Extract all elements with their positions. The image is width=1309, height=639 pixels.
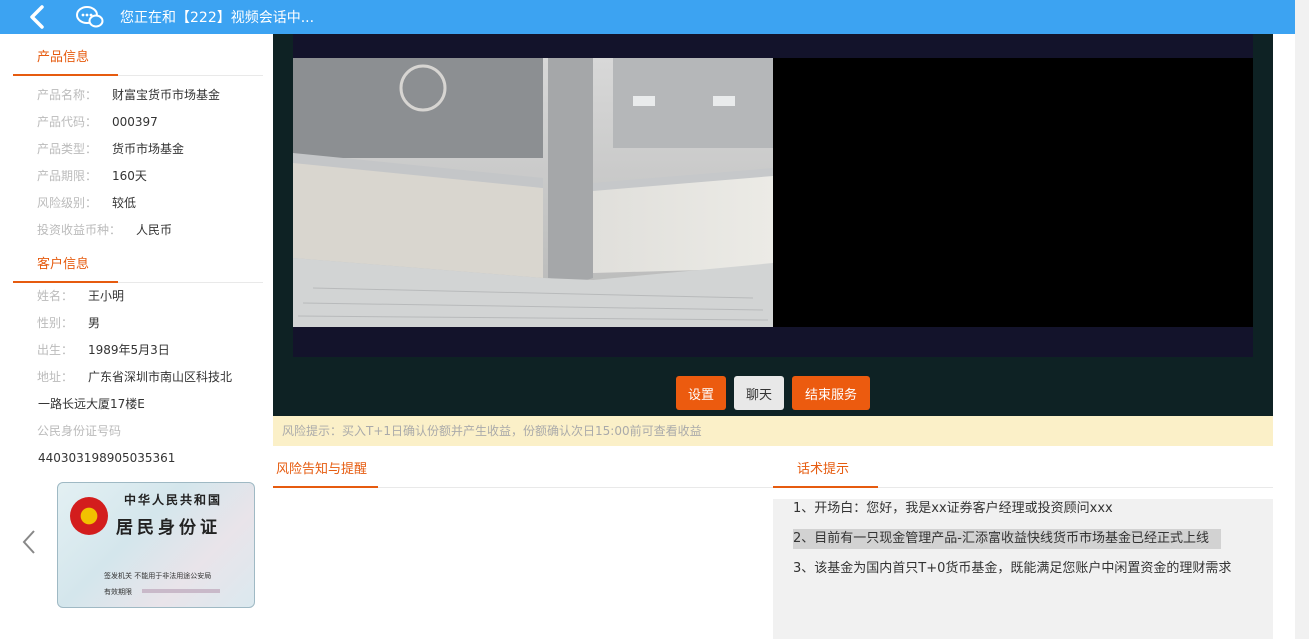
risk-level-row: 风险级别： 较低 bbox=[37, 196, 137, 210]
back-arrow-icon bbox=[30, 5, 44, 29]
product-name-row: 产品名称： 财富宝货币市场基金 bbox=[37, 88, 221, 102]
script-tip-item[interactable]: 3、该基金为国内首只T+0货币基金，既能满足您账户中闲置资金的理财需求 bbox=[793, 559, 1255, 579]
customer-name-row: 姓名： 王小明 bbox=[37, 289, 125, 303]
info-sidebar: 产品信息 产品名称： 财富宝货币市场基金 产品代码： 000397 产品类型： 货币市… bbox=[13, 34, 263, 639]
end-service-button[interactable]: 结束服务 bbox=[792, 376, 870, 410]
customer-gender-row: 性别：男 bbox=[37, 316, 101, 330]
script-tip-item[interactable]: 1、开场白：您好，我是xx证券客户经理或投资顾问xxx bbox=[793, 499, 1113, 519]
script-tabbar: 话术提示 bbox=[773, 446, 1273, 488]
chevron-left-icon[interactable] bbox=[19, 528, 39, 556]
product-info-header: 产品信息 bbox=[13, 34, 263, 76]
script-tip-item-selected[interactable]: 2、目前有一只现金管理产品-汇添富收益快线货币市场基金已经正式上线 bbox=[793, 529, 1221, 549]
currency-row: 投资收益币种： 人民币 bbox=[37, 223, 173, 237]
call-controls: 设置 聊天 结束服务 bbox=[273, 376, 1273, 410]
video-panel: 设置 聊天 结束服务 bbox=[273, 34, 1273, 416]
id-card-validity: 有效期限 bbox=[104, 588, 132, 596]
customer-info-header: 客户信息 bbox=[13, 241, 263, 283]
customer-address-line2: 一路长远大厦17楼E bbox=[38, 397, 145, 411]
page-scrollbar[interactable] bbox=[1295, 0, 1309, 639]
back-button[interactable] bbox=[18, 0, 56, 34]
settings-button[interactable]: 设置 bbox=[676, 376, 726, 410]
script-tips-list: 1、开场白：您好，我是xx证券客户经理或投资顾问xxx 2、目前有一只现金管理产… bbox=[773, 499, 1273, 639]
tab-script-tips[interactable]: 话术提示 bbox=[797, 458, 849, 477]
video-frame bbox=[293, 34, 1253, 357]
id-card-validity-redacted bbox=[142, 589, 220, 593]
chat-button[interactable]: 聊天 bbox=[734, 376, 784, 410]
product-info-title: 产品信息 bbox=[37, 50, 90, 65]
id-card-title: 居民身份证 bbox=[116, 518, 221, 538]
session-title: 您正在和【222】视频会话中... bbox=[120, 10, 315, 26]
tab-risk-disclosure[interactable]: 风险告知与提醒 bbox=[276, 458, 367, 477]
customer-address-row: 地址： 广东省深圳市南山区科技北 bbox=[37, 370, 233, 384]
chat-bubbles-icon bbox=[76, 6, 104, 28]
id-number-label: 公民身份证号码 bbox=[37, 424, 122, 438]
product-type-row: 产品类型： 货币市场基金 bbox=[37, 142, 185, 156]
risk-notice-bar: 风险提示：买入T+1日确认份额并产生收益，份额确认次日15:00前可查看收益 bbox=[273, 416, 1273, 446]
national-emblem-icon bbox=[70, 497, 108, 535]
id-card-country: 中华人民共和国 bbox=[124, 493, 223, 507]
local-video-feed bbox=[293, 58, 773, 327]
id-card-issuer: 签发机关 不能用于非法用途公安局 bbox=[104, 572, 212, 580]
customer-birth-row: 出生： 1989年5月3日 bbox=[37, 343, 170, 357]
risk-disclosure-tabbar: 风险告知与提醒 bbox=[273, 446, 773, 488]
product-term-row: 产品期限： 160天 bbox=[37, 169, 147, 183]
id-card-image: 中华人民共和国 居民身份证 签发机关 不能用于非法用途公安局 有效期限 bbox=[57, 482, 255, 608]
remote-video-feed bbox=[773, 58, 1253, 327]
top-bar: 您正在和【222】视频会话中... bbox=[0, 0, 1295, 34]
id-number-value: 440303198905035361 bbox=[38, 451, 176, 465]
customer-info-title: 客户信息 bbox=[37, 257, 90, 272]
product-code-row: 产品代码： 000397 bbox=[37, 115, 158, 129]
id-card-carousel: 中华人民共和国 居民身份证 签发机关 不能用于非法用途公安局 有效期限 bbox=[13, 480, 263, 610]
